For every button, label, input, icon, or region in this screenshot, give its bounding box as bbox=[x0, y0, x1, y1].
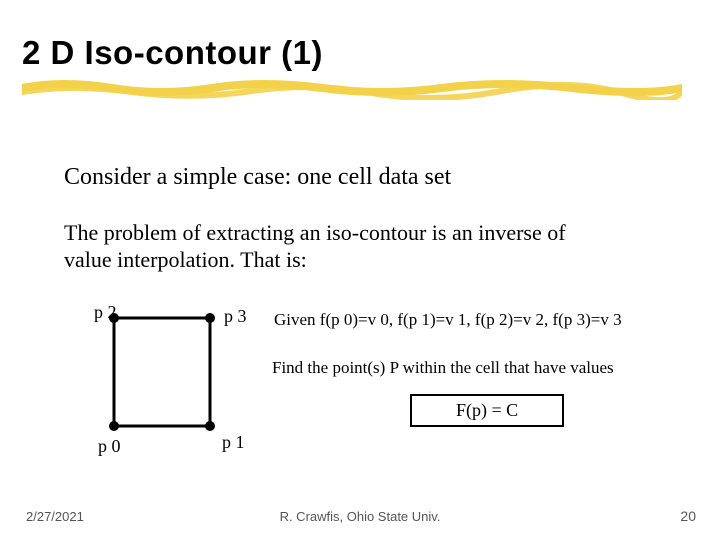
footer-page-number: 20 bbox=[680, 508, 696, 524]
body-text-2: The problem of extracting an iso-contour… bbox=[64, 220, 584, 274]
vertex-label-p1: p 1 bbox=[222, 432, 245, 453]
vertex-label-p2: p 2 bbox=[94, 302, 117, 323]
given-text: Given f(p 0)=v 0, f(p 1)=v 1, f(p 2)=v 2… bbox=[274, 310, 622, 330]
find-text: Find the point(s) P within the cell that… bbox=[272, 358, 614, 378]
body-text-1: Consider a simple case: one cell data se… bbox=[64, 164, 451, 191]
footer-attribution: R. Crawfis, Ohio State Univ. bbox=[0, 509, 720, 524]
vertex-label-p3: p 3 bbox=[224, 306, 247, 327]
equation-box: F(p) = C bbox=[410, 394, 564, 427]
title-underline-icon bbox=[22, 76, 682, 100]
slide-title: 2 D Iso-contour (1) bbox=[22, 34, 323, 72]
slide: 2 D Iso-contour (1) Consider a simple ca… bbox=[0, 0, 720, 540]
vertex-label-p0: p 0 bbox=[98, 436, 121, 457]
